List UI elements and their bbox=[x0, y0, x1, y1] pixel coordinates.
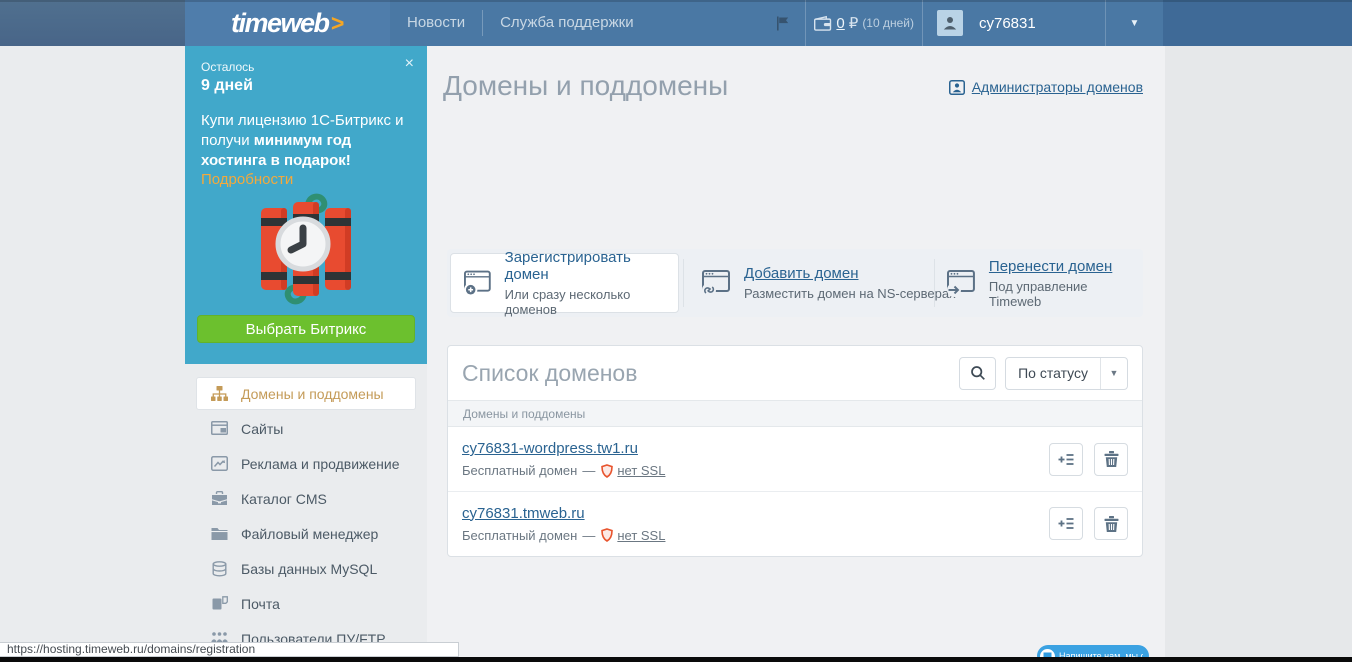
sitemap-icon bbox=[211, 385, 228, 402]
status-url: https://hosting.timeweb.ru/domains/regis… bbox=[0, 642, 459, 657]
no-ssl-link[interactable]: нет SSL bbox=[617, 463, 665, 478]
browser-plus-icon bbox=[464, 270, 491, 296]
timeweb-logo[interactable]: timeweb > bbox=[185, 0, 390, 46]
domain-list-title: Список доменов bbox=[462, 359, 638, 386]
domain-list-panel: Список доменов По статусу ▼ Домены и под… bbox=[447, 345, 1143, 557]
register-domain-subtitle: Или сразу несколько доменов bbox=[504, 287, 631, 317]
table-row: cy76831-wordpress.tw1.ru Бесплатный доме… bbox=[448, 427, 1142, 491]
sidebar-item-domains[interactable]: Домены и поддомены bbox=[196, 377, 416, 410]
add-domain-item[interactable]: Добавить домен Разместить домен на NS-се… bbox=[702, 249, 956, 317]
choose-bitrix-button[interactable]: Выбрать Битрикс bbox=[197, 315, 415, 343]
trash-icon bbox=[1104, 451, 1118, 467]
register-domain-card[interactable]: Зарегистрировать домен Или сразу несколь… bbox=[450, 249, 679, 317]
promo-text: Купи лицензию 1С-Битрикс и получи миниму… bbox=[201, 112, 404, 169]
table-column-header: Домены и поддомены bbox=[448, 400, 1142, 427]
dash: — bbox=[582, 527, 596, 543]
chevron-down-icon[interactable]: ▼ bbox=[1101, 368, 1127, 378]
search-button[interactable] bbox=[959, 356, 997, 390]
add-to-list-icon bbox=[1058, 518, 1074, 529]
briefcase-icon bbox=[211, 491, 228, 506]
promo-remaining-value: 9 дней bbox=[201, 77, 253, 94]
domain-link[interactable]: cy76831-wordpress.tw1.ru bbox=[462, 440, 638, 457]
promo-remaining-label: Осталось bbox=[201, 60, 255, 74]
right-page-margin bbox=[1165, 46, 1352, 662]
user-icon bbox=[943, 17, 957, 30]
dynamite-clock-illustration bbox=[185, 192, 427, 311]
register-domain-link[interactable]: Зарегистрировать домен bbox=[505, 249, 678, 283]
browser-icon bbox=[211, 421, 228, 436]
balance-currency: ₽ bbox=[848, 15, 859, 32]
add-subdomain-button[interactable] bbox=[1049, 507, 1083, 540]
folder-icon bbox=[211, 527, 228, 541]
avatar bbox=[937, 10, 963, 36]
header-nav: Новости Служба поддержки bbox=[390, 0, 805, 46]
table-row: cy76831.tmweb.ru Бесплатный домен — нет … bbox=[448, 491, 1142, 555]
domain-actions-panel: Зарегистрировать домен Или сразу несколь… bbox=[447, 249, 1143, 317]
status-filter-dropdown[interactable]: По статусу ▼ bbox=[1005, 356, 1128, 390]
page-title: Домены и поддомены bbox=[443, 70, 729, 101]
balance-amount[interactable]: 0 bbox=[836, 15, 844, 32]
mail-icon bbox=[211, 596, 228, 611]
sidebar-item-file-manager[interactable]: Файловый менеджер bbox=[196, 517, 416, 550]
admin-user-icon bbox=[948, 79, 965, 95]
header-left-margin bbox=[0, 0, 185, 46]
ssl-warning-shield-icon bbox=[601, 528, 614, 542]
delete-domain-button[interactable] bbox=[1094, 442, 1128, 476]
ssl-warning-shield-icon bbox=[601, 463, 614, 478]
bitrix-promo-banner: × Осталось 9 дней Купи лицензию 1С-Битри… bbox=[185, 46, 427, 364]
timeweb-control-panel: timeweb > Новости Служба поддержки 0 ₽ (… bbox=[0, 0, 1352, 662]
sidebar-item-sites[interactable]: Сайты bbox=[196, 412, 416, 445]
logo-arrow-icon: > bbox=[330, 9, 344, 36]
add-domain-subtitle: Разместить домен на NS-серверах bbox=[744, 286, 956, 301]
browser-link-icon bbox=[702, 269, 730, 297]
close-icon[interactable]: × bbox=[405, 56, 414, 72]
transfer-domain-link[interactable]: Перенести домен bbox=[989, 258, 1143, 275]
transfer-domain-item[interactable]: Перенести домен Под управление Timeweb bbox=[947, 249, 1143, 317]
sidebar-item-mysql[interactable]: Базы данных MySQL bbox=[196, 552, 416, 585]
sidebar-item-mail[interactable]: Почта bbox=[196, 587, 416, 620]
sidebar-item-cms-catalog[interactable]: Каталог CMS bbox=[196, 482, 416, 515]
flag-icon[interactable] bbox=[776, 16, 789, 31]
delete-domain-button[interactable] bbox=[1094, 507, 1128, 540]
balance-widget[interactable]: 0 ₽ (10 дней) bbox=[805, 0, 922, 46]
transfer-domain-subtitle: Под управление Timeweb bbox=[988, 278, 1088, 309]
bottom-black-strip bbox=[0, 657, 1352, 662]
search-icon bbox=[970, 366, 985, 380]
chart-icon bbox=[211, 456, 228, 471]
username: cy76831 bbox=[979, 14, 1036, 32]
sidebar: × Осталось 9 дней Купи лицензию 1С-Битри… bbox=[185, 46, 427, 662]
domain-type: Бесплатный домен bbox=[462, 527, 578, 543]
user-menu[interactable]: cy76831 ▼ bbox=[922, 0, 1163, 46]
nav-news[interactable]: Новости bbox=[390, 1, 482, 45]
domain-admins-link[interactable]: Администраторы доменов bbox=[948, 79, 1143, 95]
nav-support[interactable]: Служба поддержки bbox=[483, 1, 651, 45]
domain-type: Бесплатный домен bbox=[462, 463, 578, 478]
add-to-list-icon bbox=[1058, 453, 1074, 465]
trash-icon bbox=[1104, 515, 1118, 532]
database-icon bbox=[211, 560, 228, 577]
main-content: Домены и поддомены Администраторы домено… bbox=[427, 46, 1165, 662]
domain-subtext: Бесплатный домен — нет SSL bbox=[462, 463, 665, 478]
sidebar-item-advertising[interactable]: Реклама и продвижение bbox=[196, 447, 416, 480]
sidebar-menu: Домены и поддомены Сайты Реклама и продв… bbox=[185, 364, 427, 655]
domain-link[interactable]: cy76831.tmweb.ru bbox=[462, 505, 585, 522]
header-right-margin bbox=[1163, 0, 1352, 46]
top-header: timeweb > Новости Служба поддержки 0 ₽ (… bbox=[0, 0, 1352, 46]
domain-subtext: Бесплатный домен — нет SSL bbox=[462, 528, 665, 543]
user-dropdown-caret[interactable]: ▼ bbox=[1105, 0, 1163, 46]
no-ssl-link[interactable]: нет SSL bbox=[617, 528, 665, 543]
dash: — bbox=[582, 463, 596, 478]
wallet-icon bbox=[814, 15, 832, 31]
add-domain-link[interactable]: Добавить домен bbox=[744, 265, 956, 282]
promo-details-link[interactable]: Подробности bbox=[201, 171, 293, 188]
browser-arrow-icon bbox=[947, 269, 975, 297]
balance-days: (10 дней) bbox=[862, 16, 914, 30]
actions-separator bbox=[683, 259, 684, 307]
add-subdomain-button[interactable] bbox=[1049, 442, 1083, 476]
status-filter-label: По статусу bbox=[1018, 365, 1088, 381]
logo-text: timeweb bbox=[231, 7, 330, 38]
domain-list-header: Список доменов По статусу ▼ bbox=[448, 346, 1142, 400]
